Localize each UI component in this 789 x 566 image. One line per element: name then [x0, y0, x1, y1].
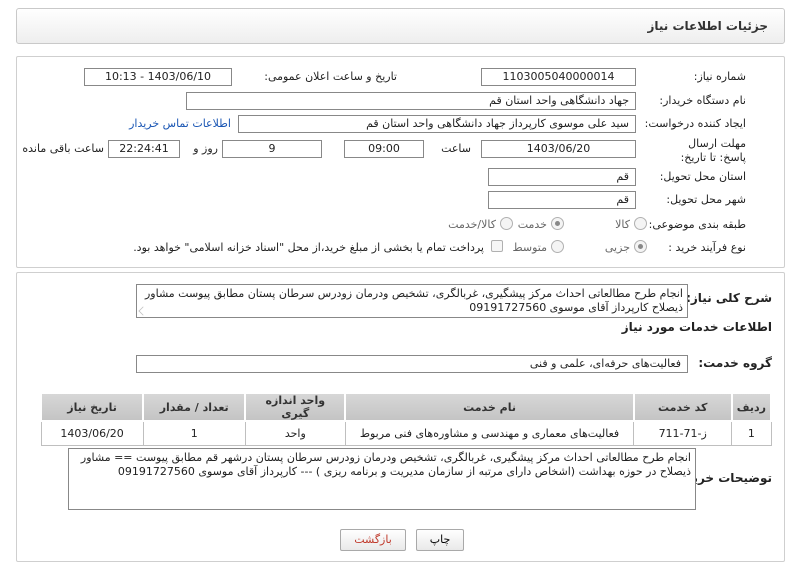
buyer-notes-text: انجام طرح مطالعاتی احداث مرکز پیشگیری، غ… — [80, 451, 691, 478]
requester-field: سید علی موسوی کارپرداز جهاد دانشگاهی واح… — [238, 115, 636, 133]
delivery-city-field: قم — [488, 191, 636, 209]
cell-row-number: 1 — [731, 420, 772, 446]
cell-service-code: ز-71-711 — [633, 420, 733, 446]
col-service-name: نام خدمت — [344, 392, 635, 422]
category-goods-service-label: کالا/خدمت — [448, 218, 496, 231]
cell-quantity: 1 — [142, 420, 246, 446]
delivery-city-label: شهر محل تحویل: — [666, 193, 746, 206]
category-service-label: خدمت — [517, 218, 547, 231]
announce-datetime-label: تاریخ و ساعت اعلان عمومی: — [264, 70, 397, 83]
category-label: طبقه بندی موضوعی: — [648, 218, 746, 231]
need-info-panel: شماره نیاز: 1103005040000014 تاریخ و ساع… — [16, 56, 785, 268]
process-minor-label: جزیی — [604, 241, 630, 254]
page-title: جزئیات اطلاعات نیاز — [647, 19, 768, 33]
deadline-date-field: 1403/06/20 — [481, 140, 636, 158]
deadline-time-label: ساعت — [441, 142, 471, 155]
cell-unit: واحد — [244, 420, 346, 446]
category-goods-radio[interactable] — [634, 217, 647, 230]
col-quantity: تعداد / مقدار — [142, 392, 247, 422]
deadline-time-field: 09:00 — [344, 140, 424, 158]
delivery-province-label: استان محل تحویل: — [659, 170, 746, 183]
category-service-radio[interactable] — [551, 217, 564, 230]
process-medium-radio[interactable] — [551, 240, 564, 253]
process-medium-label: متوسط — [512, 241, 547, 254]
buyer-notes-textarea[interactable]: انجام طرح مطالعاتی احداث مرکز پیشگیری، غ… — [68, 448, 696, 510]
service-group-label: گروه خدمت: — [698, 356, 772, 370]
table-row: 1 ز-71-711 فعالیت‌های معماری و مهندسی و … — [40, 420, 772, 446]
col-need-date: تاریخ نیاز — [39, 392, 145, 422]
buyer-contact-link[interactable]: اطلاعات تماس خریدار — [129, 117, 231, 130]
requester-label: ایجاد کننده درخواست: — [644, 117, 746, 130]
remaining-time-field: 22:24:41 — [108, 140, 180, 158]
col-unit: واحد اندازه گیری — [244, 392, 347, 422]
print-button[interactable]: چاپ — [416, 529, 464, 551]
col-row-number: ردیف — [730, 392, 773, 422]
services-section-title: اطلاعات خدمات مورد نیاز — [621, 320, 772, 334]
category-goods-label: کالا — [615, 218, 630, 231]
process-type-label: نوع فرآیند خرید : — [668, 241, 746, 254]
cell-service-name: فعالیت‌های معماری و مهندسی و مشاوره‌های … — [344, 420, 635, 446]
process-minor-radio[interactable] — [634, 240, 647, 253]
deadline-label: مهلت ارسال پاسخ: تا تاریخ: — [680, 137, 746, 164]
treasury-payment-checkbox[interactable] — [491, 240, 503, 252]
treasury-payment-note: پرداخت تمام یا بخشی از مبلغ خرید،از محل … — [133, 241, 484, 254]
resize-grip-icon[interactable] — [138, 306, 148, 316]
service-group-field: فعالیت‌های حرفه‌ای، علمی و فنی — [136, 355, 688, 373]
summary-text: انجام طرح مطالعاتی احداث مرکز پیشگیری، غ… — [144, 287, 683, 314]
need-details-panel: شرح کلی نیاز: انجام طرح مطالعاتی احداث م… — [16, 272, 785, 562]
buyer-org-field: جهاد دانشگاهی واحد استان قم — [186, 92, 636, 110]
buyer-org-label: نام دستگاه خریدار: — [659, 94, 746, 107]
announce-datetime-field: 1403/06/10 - 10:13 — [84, 68, 232, 86]
summary-textarea[interactable]: انجام طرح مطالعاتی احداث مرکز پیشگیری، غ… — [136, 284, 688, 318]
need-number-field: 1103005040000014 — [481, 68, 636, 86]
table-header-row: ردیف کد خدمت نام خدمت واحد اندازه گیری ت… — [39, 392, 773, 422]
delivery-province-field: قم — [488, 168, 636, 186]
page-header: جزئیات اطلاعات نیاز — [16, 8, 785, 44]
summary-label: شرح کلی نیاز: — [686, 291, 772, 305]
category-goods-service-radio[interactable] — [500, 217, 513, 230]
days-remaining-field: 9 — [222, 140, 322, 158]
need-number-label: شماره نیاز: — [693, 70, 746, 83]
remaining-time-label: ساعت باقی مانده — [22, 142, 104, 155]
cell-need-date: 1403/06/20 — [40, 420, 144, 446]
back-button[interactable]: بازگشت — [340, 529, 406, 551]
col-service-code: کد خدمت — [632, 392, 733, 422]
days-and-label: روز و — [193, 142, 218, 155]
services-table: ردیف کد خدمت نام خدمت واحد اندازه گیری ت… — [39, 392, 773, 446]
